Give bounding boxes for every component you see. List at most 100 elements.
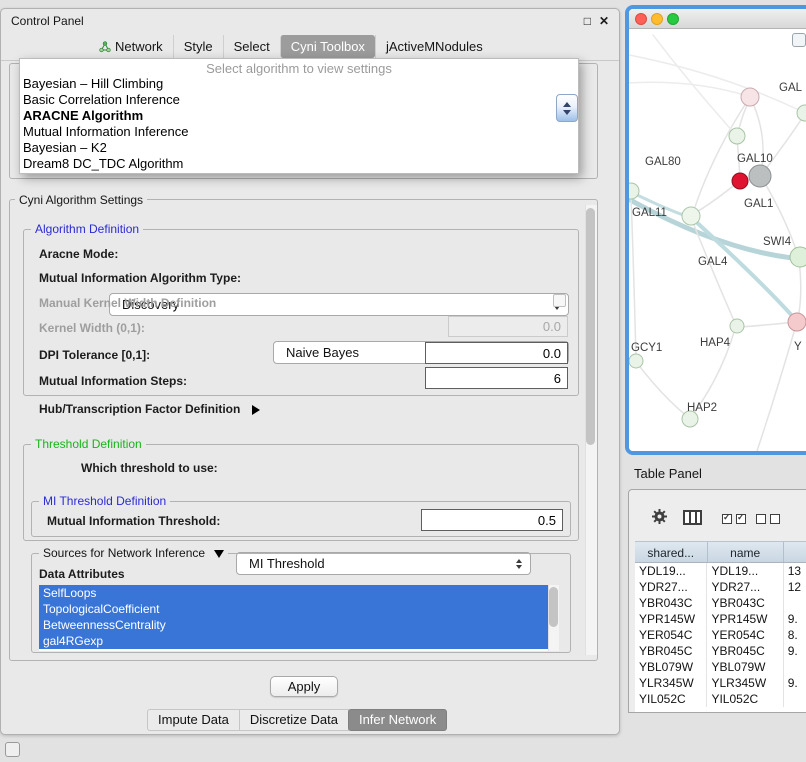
tab-jactivemnodules[interactable]: jActiveMNodules — [375, 35, 493, 58]
control-panel-titlebar[interactable]: Control Panel □ ✕ — [1, 9, 619, 33]
float-window-icon[interactable]: □ — [584, 14, 591, 28]
network-edge[interactable] — [757, 325, 796, 451]
kernel-width-field[interactable] — [448, 316, 568, 337]
sources-toggle[interactable]: Sources for Network Inference — [39, 546, 228, 560]
settings-scrollbar-thumb[interactable] — [586, 208, 595, 445]
mi-threshold-group-title: MI Threshold Definition — [39, 494, 170, 508]
zoom-traffic-light[interactable] — [667, 13, 679, 25]
attribute-item-selected[interactable]: gal4RGexp — [39, 633, 548, 649]
network-node[interactable] — [730, 319, 744, 333]
network-edge[interactable] — [739, 322, 795, 327]
network-window-titlebar[interactable] — [629, 9, 806, 29]
bottom-tabbar: Impute Data Discretize Data Infer Networ… — [147, 709, 447, 731]
table-cell: YER054C — [707, 627, 783, 643]
mi-threshold-field[interactable] — [421, 509, 563, 531]
hub-definition-toggle[interactable]: Hub/Transcription Factor Definition — [39, 402, 260, 416]
expanded-arrow-icon[interactable] — [214, 550, 224, 558]
tab-style[interactable]: Style — [173, 35, 223, 58]
network-edge[interactable] — [798, 260, 801, 319]
network-node-label: GAL11 — [632, 207, 667, 219]
column-header[interactable]: shared... — [635, 542, 708, 562]
table-cell: YLR345W — [635, 675, 707, 691]
attribute-item-selected[interactable]: TopologicalCoefficient — [39, 601, 548, 617]
attributes-scrollbar-thumb[interactable] — [549, 587, 558, 627]
dropdown-item[interactable]: Mutual Information Inference — [20, 124, 578, 140]
network-node[interactable] — [729, 128, 745, 144]
column-header[interactable]: name — [708, 542, 784, 562]
network-node[interactable] — [682, 207, 700, 225]
table-row[interactable]: YBR043CYBR043C — [635, 595, 806, 611]
dpi-tolerance-field[interactable] — [425, 342, 568, 364]
network-canvas-area[interactable]: GALGAL80GAL10GAL11GAL1SWI4GAL4GCY1HAP4YH… — [629, 29, 806, 451]
table-row[interactable]: YIL052CYIL052C — [635, 691, 806, 707]
network-node-label: SWI4 — [763, 236, 792, 248]
network-node[interactable] — [749, 165, 771, 187]
dropdown-item[interactable]: Basic Correlation Inference — [20, 92, 578, 108]
stepper-down-icon — [563, 110, 571, 115]
tab-cyni-toolbox[interactable]: Cyni Toolbox — [280, 35, 375, 58]
dropdown-item-selected[interactable]: ARACNE Algorithm — [20, 108, 578, 124]
dropdown-item[interactable]: Bayesian – Hill Climbing — [20, 76, 578, 92]
tab-discretize-data[interactable]: Discretize Data — [239, 709, 349, 731]
algorithm-definition-title: Algorithm Definition — [31, 222, 143, 236]
close-window-icon[interactable]: ✕ — [599, 14, 609, 28]
table-row[interactable]: YBL079WYBL079W — [635, 659, 806, 675]
table-cell: YBR045C — [635, 643, 707, 659]
network-edge[interactable] — [629, 82, 748, 96]
close-traffic-light[interactable] — [635, 13, 647, 25]
attribute-item-selected[interactable]: BetweennessCentrality — [39, 617, 548, 633]
show-columns-icon[interactable] — [683, 510, 702, 525]
network-canvas[interactable]: GALGAL80GAL10GAL11GAL1SWI4GAL4GCY1HAP4YH… — [629, 29, 806, 451]
collapsed-panel-icon[interactable] — [5, 742, 20, 757]
tab-select[interactable]: Select — [223, 35, 280, 58]
table-cell: 9. — [784, 675, 806, 691]
table-row[interactable]: YPR145WYPR145W9. — [635, 611, 806, 627]
algorithm-combo-stepper[interactable] — [556, 94, 578, 122]
attribute-item-selected[interactable]: SelfLoops — [39, 585, 548, 601]
minimize-traffic-light[interactable] — [651, 13, 663, 25]
network-edge[interactable] — [693, 219, 795, 319]
network-edge[interactable] — [637, 363, 688, 417]
network-node[interactable] — [741, 88, 759, 106]
network-node-label: GAL1 — [744, 198, 773, 210]
tab-infer-network[interactable]: Infer Network — [348, 709, 447, 731]
canvas-corner-box — [792, 33, 806, 47]
table-cell: YPR145W — [707, 611, 783, 627]
tab-impute-data[interactable]: Impute Data — [147, 709, 240, 731]
dropdown-item[interactable]: Dream8 DC_TDC Algorithm — [20, 156, 578, 172]
network-node[interactable] — [788, 313, 806, 331]
network-node[interactable] — [629, 354, 643, 368]
table-toolbar — [629, 490, 806, 540]
table-row[interactable]: YBR045CYBR045C9. — [635, 643, 806, 659]
collapsed-arrow-icon[interactable] — [252, 405, 260, 415]
select-all-columns-icon[interactable] — [722, 514, 750, 524]
apply-button[interactable]: Apply — [270, 676, 338, 697]
network-edge[interactable] — [762, 117, 803, 174]
table-row[interactable]: YDL19...YDL19...13 — [635, 563, 806, 579]
table-cell: YIL052C — [635, 691, 707, 707]
control-panel-window: Control Panel □ ✕ Network Style Select — [0, 8, 620, 735]
dropdown-item[interactable]: Bayesian – K2 — [20, 140, 578, 156]
table-cell: YDL19... — [707, 563, 783, 579]
tab-network[interactable]: Network — [89, 35, 173, 58]
network-edge[interactable] — [631, 195, 636, 358]
network-node[interactable] — [732, 173, 748, 189]
network-node[interactable] — [790, 247, 806, 267]
manual-kernel-width-checkbox[interactable] — [553, 294, 566, 307]
unselect-all-columns-icon[interactable] — [756, 514, 784, 524]
control-panel-tabbar: Network Style Select Cyni Toolbox jActiv… — [1, 33, 619, 61]
data-attributes-list[interactable]: SelfLoops TopologicalCoefficient Between… — [39, 585, 559, 651]
table-row[interactable]: YER054CYER054C8. — [635, 627, 806, 643]
window-buttons: □ ✕ — [584, 14, 609, 28]
table-row[interactable]: YDR27...YDR27...12 — [635, 579, 806, 595]
table-cell — [784, 691, 806, 707]
network-edge[interactable] — [629, 55, 801, 111]
network-node[interactable] — [797, 105, 806, 121]
gear-icon[interactable] — [651, 508, 668, 525]
mi-steps-field[interactable] — [425, 367, 568, 389]
table-cell: YDL19... — [635, 563, 707, 579]
table-row[interactable]: YLR345WYLR345W9. — [635, 675, 806, 691]
stepper-up-icon — [563, 102, 571, 107]
network-edge[interactable] — [695, 182, 738, 213]
column-header[interactable] — [784, 542, 806, 562]
